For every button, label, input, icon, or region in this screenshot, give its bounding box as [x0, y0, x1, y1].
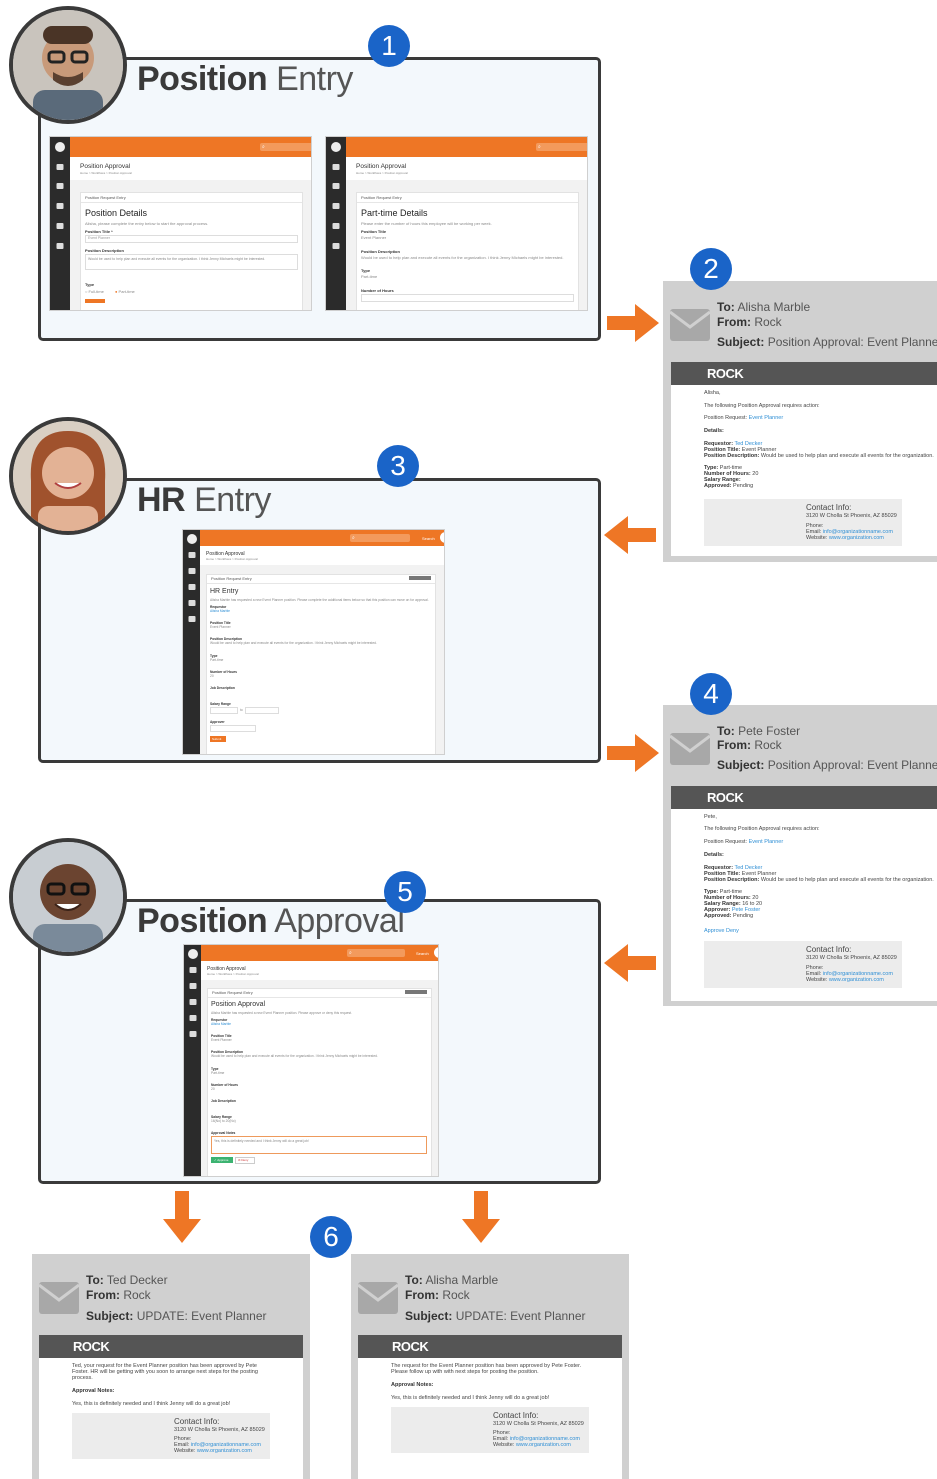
contact-info: Contact Info: 3120 W Cholla St Phoenix, …	[704, 941, 902, 988]
event-planner-link[interactable]: Event Planner	[749, 839, 784, 845]
user-avatar[interactable]	[440, 532, 444, 543]
search-icon: ⌕	[352, 535, 355, 541]
contact-info: Contact Info: 3120 W Cholla St Phoenix, …	[391, 1407, 589, 1453]
arrow-down-icon	[163, 1191, 201, 1243]
approval-notes-textarea[interactable]: Yes, this is definitely needed and I thi…	[211, 1136, 427, 1154]
event-planner-link[interactable]: Event Planner	[749, 415, 784, 421]
email-subject: UPDATE: Event Planner	[136, 1309, 267, 1323]
breadcrumb: Home > Workflows > Position Approval	[356, 171, 408, 175]
avatar-man-glasses	[9, 6, 127, 124]
section-heading: HR Entry	[210, 588, 239, 595]
step2-badge: 2	[690, 248, 732, 290]
number-of-hours-input[interactable]	[361, 294, 574, 302]
email-step4: To: Pete Foster From: Rock Subject: Posi…	[663, 705, 937, 1006]
rock-logo: ROCK	[707, 366, 744, 381]
email-from: Rock	[754, 315, 782, 329]
app-screenshot-position-approval: ⌕ Search Position Approval Home > Workflo…	[184, 945, 438, 1176]
envelope-icon	[670, 309, 710, 341]
card-header: Position Request Entry	[361, 195, 402, 200]
card-header: Position Request Entry	[212, 990, 253, 995]
email-from: Rock	[442, 1288, 470, 1302]
search-icon: ⌕	[538, 144, 541, 150]
approve-button[interactable]: ✓ Approve	[211, 1157, 233, 1163]
arrow-left-icon	[604, 516, 656, 554]
breadcrumb: Home > Workflows > Position Approval	[207, 972, 259, 976]
contact-website-link[interactable]: www.organization.com	[516, 1442, 571, 1448]
salary-from-input[interactable]	[210, 707, 238, 714]
step3-badge: 3	[377, 445, 419, 487]
rock-logo: ROCK	[392, 1339, 429, 1354]
contact-website-link[interactable]: www.organization.com	[829, 977, 884, 983]
arrow-right-icon	[607, 304, 659, 342]
contact-website-link[interactable]: www.organization.com	[197, 1448, 252, 1454]
app-screenshot-position-details: ⌕ Position Approval Home > Workflows > P…	[50, 137, 311, 310]
card-header: Position Request Entry	[211, 576, 252, 581]
salary-to-input[interactable]	[245, 707, 279, 714]
page-title: Position Approval	[356, 163, 407, 170]
search-icon: ⌕	[262, 144, 265, 150]
approve-link[interactable]: Approve	[704, 928, 725, 934]
email-to: Alisha Marble	[737, 300, 811, 314]
email-subject: Position Approval: Event Planner	[767, 758, 937, 772]
email-step2: To: Alisha Marble From: Rock Subject: Po…	[663, 281, 937, 562]
step4-badge: 4	[690, 673, 732, 715]
envelope-icon	[39, 1282, 79, 1314]
step3-title: HR Entry	[137, 481, 271, 519]
step6-badge: 6	[310, 1216, 352, 1258]
radio-part-time[interactable]: ● Part-time	[115, 289, 135, 294]
arrow-left-icon	[604, 944, 656, 982]
section-heading: Position Details	[85, 208, 148, 218]
email-to: Alisha Marble	[425, 1273, 499, 1287]
step1-title: Position Entry	[137, 60, 353, 98]
step5-title: Position Approval	[137, 902, 405, 940]
email-from: Rock	[123, 1288, 151, 1302]
deny-button[interactable]: ⊘ Deny	[235, 1157, 255, 1164]
step5-badge: 5	[384, 871, 426, 913]
section-heading: Part-time Details	[361, 208, 428, 218]
app-screenshot-hr-entry: ⌕ Search Position Approval Home > Workflo…	[183, 530, 444, 754]
email-from: Rock	[754, 738, 782, 752]
email-step6-requestor: To: Ted Decker From: Rock Subject: UPDAT…	[32, 1254, 310, 1479]
next-button[interactable]	[85, 299, 105, 303]
card-header: Position Request Entry	[85, 195, 126, 200]
search-icon: ⌕	[349, 950, 352, 956]
requestor-link[interactable]: Alisha Marble	[211, 1022, 231, 1026]
envelope-icon	[670, 733, 710, 765]
breadcrumb: Home > Workflows > Position Approval	[80, 171, 132, 175]
avatar-woman	[9, 417, 127, 535]
position-title-input[interactable]	[85, 235, 298, 243]
breadcrumb: Home > Workflows > Position Approval	[206, 557, 258, 561]
requestor-link[interactable]: Alisha Marble	[210, 609, 230, 613]
envelope-icon	[358, 1282, 398, 1314]
step1-badge: 1	[368, 25, 410, 67]
section-heading: Position Approval	[211, 1001, 266, 1008]
email-step6-hr: To: Alisha Marble From: Rock Subject: UP…	[351, 1254, 629, 1479]
user-avatar[interactable]	[434, 947, 438, 958]
app-screenshot-part-time-details: ⌕ Position Approval Home > Workflows > P…	[326, 137, 587, 310]
email-to: Pete Foster	[738, 724, 801, 738]
arrow-right-icon	[607, 734, 659, 772]
rock-logo: ROCK	[707, 790, 744, 805]
rock-logo: ROCK	[73, 1339, 110, 1354]
page-title: Position Approval	[80, 163, 131, 170]
contact-website-link[interactable]: www.organization.com	[829, 535, 884, 541]
contact-info: Contact Info: 3120 W Cholla St Phoenix, …	[704, 499, 902, 546]
approver-picker[interactable]	[210, 725, 256, 732]
radio-full-time[interactable]: ○ Full-time	[85, 289, 104, 294]
contact-info: Contact Info: 3120 W Cholla St Phoenix, …	[72, 1413, 270, 1459]
submit-button[interactable]: Submit	[210, 736, 226, 742]
arrow-down-icon	[462, 1191, 500, 1243]
email-subject: Position Approval: Event Planner	[767, 335, 937, 349]
email-subject: UPDATE: Event Planner	[455, 1309, 586, 1323]
deny-link[interactable]: Deny	[726, 928, 739, 934]
avatar-man-dark	[9, 838, 127, 956]
email-to: Ted Decker	[106, 1273, 168, 1287]
